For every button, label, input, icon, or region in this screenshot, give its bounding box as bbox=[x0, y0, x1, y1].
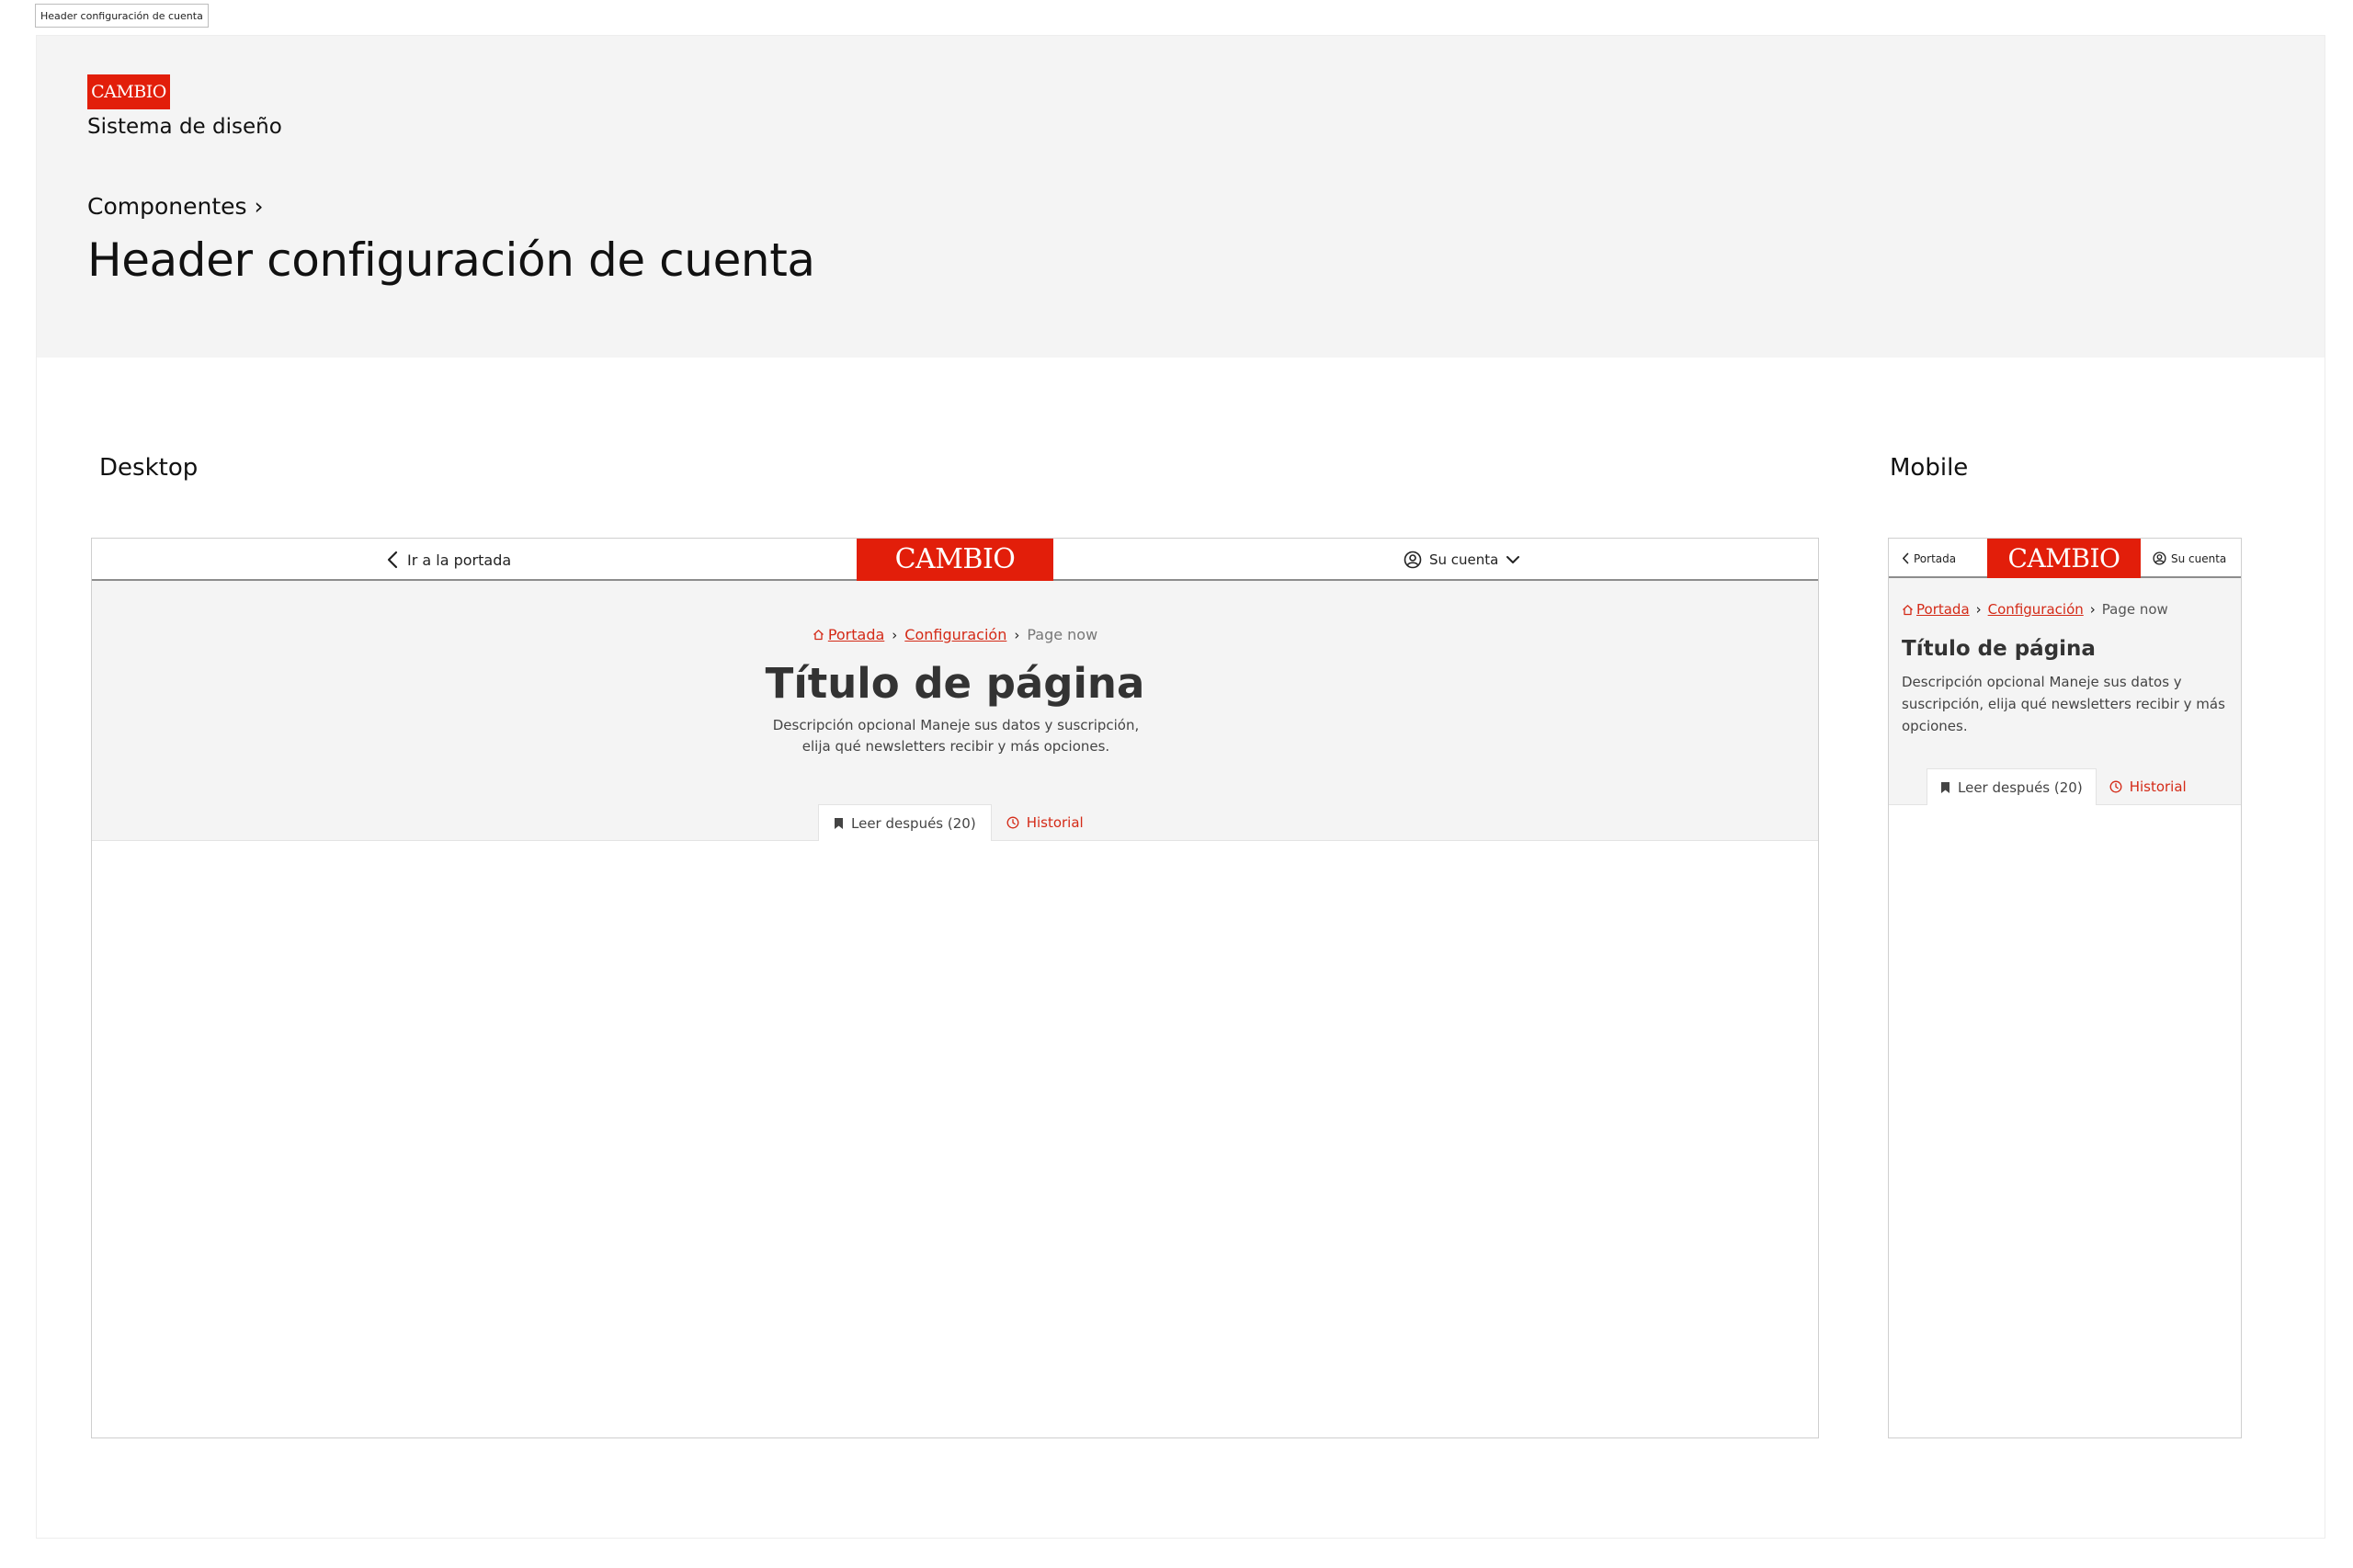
breadcrumb-home-link[interactable]: Portada bbox=[1902, 601, 1970, 618]
breadcrumb-home-link[interactable]: Portada bbox=[813, 626, 884, 643]
header-description: Descripción opcional Maneje sus datos y … bbox=[772, 717, 1140, 755]
tab-leer-despues[interactable]: Leer después (20) bbox=[1927, 768, 2097, 805]
breadcrumb-separator: › bbox=[1975, 601, 1982, 618]
bookmark-icon bbox=[1940, 781, 1950, 794]
back-to-home-link[interactable]: Ir a la portada bbox=[387, 539, 511, 581]
breadcrumb-separator: › bbox=[1014, 626, 1020, 643]
chevron-down-icon bbox=[1506, 555, 1520, 564]
account-label: Su cuenta bbox=[1429, 551, 1499, 568]
bookmark-icon bbox=[834, 817, 844, 830]
account-header: Portada › Configuración › Page now Títul… bbox=[92, 581, 1818, 841]
design-canvas: CAMBIO Sistema de diseño Componentes › H… bbox=[36, 35, 2325, 1539]
header-description: Descripción opcional Maneje sus datos y … bbox=[1902, 674, 2225, 734]
breadcrumb: Portada › Configuración › Page now bbox=[92, 626, 1818, 643]
back-to-home-link[interactable]: Portada bbox=[1902, 539, 1956, 578]
tab-label: Historial bbox=[1026, 814, 1084, 831]
brand-logo[interactable]: CAMBIO bbox=[857, 539, 1053, 581]
account-header: Portada › Configuración › Page now Títul… bbox=[1889, 578, 2241, 805]
back-label: Portada bbox=[1914, 551, 1957, 565]
clock-icon bbox=[2109, 780, 2122, 793]
brand-logo[interactable]: CAMBIO bbox=[1987, 539, 2141, 578]
frame-label: Header configuración de cuenta bbox=[35, 4, 209, 28]
user-circle-icon bbox=[2153, 551, 2166, 565]
breadcrumb: Portada › Configuración › Page now bbox=[1902, 601, 2168, 618]
desktop-preview: Ir a la portada CAMBIO Su cuenta Portada… bbox=[91, 538, 1819, 1438]
breadcrumb-separator: › bbox=[2089, 601, 2096, 618]
account-menu-button[interactable]: Su cuenta bbox=[2153, 539, 2226, 578]
clock-icon bbox=[1006, 816, 1019, 829]
chevron-left-icon bbox=[1902, 552, 1909, 564]
back-label: Ir a la portada bbox=[407, 551, 512, 569]
header-title: Título de página bbox=[1902, 637, 2096, 661]
breadcrumb-current: Page now bbox=[1027, 626, 1098, 643]
account-menu-button[interactable]: Su cuenta bbox=[1404, 539, 1520, 581]
user-circle-icon bbox=[1404, 551, 1422, 569]
breadcrumb-config-link[interactable]: Configuración bbox=[904, 626, 1006, 643]
tab-label: Historial bbox=[2129, 778, 2187, 795]
account-label: Su cuenta bbox=[2171, 551, 2227, 565]
documentation-header: CAMBIO Sistema de diseño Componentes › H… bbox=[37, 36, 2325, 358]
brand-logo: CAMBIO bbox=[87, 74, 170, 109]
home-icon bbox=[813, 629, 824, 641]
breadcrumb-current: Page now bbox=[2101, 601, 2168, 618]
page-title: Header configuración de cuenta bbox=[87, 233, 815, 287]
account-tabs: Leer después (20) Historial bbox=[818, 804, 1098, 841]
home-icon bbox=[1902, 604, 1914, 616]
breadcrumb-home-label: Portada bbox=[827, 626, 885, 643]
tab-historial[interactable]: Historial bbox=[992, 804, 1098, 841]
system-subtitle: Sistema de diseño bbox=[87, 115, 282, 139]
chevron-left-icon bbox=[387, 551, 398, 569]
tab-label: Leer después (20) bbox=[851, 814, 976, 832]
mobile-top-bar: Portada CAMBIO Su cuenta bbox=[1889, 539, 2241, 578]
breadcrumb-home-label: Portada bbox=[1916, 601, 1970, 618]
desktop-top-bar: Ir a la portada CAMBIO Su cuenta bbox=[92, 539, 1818, 581]
mobile-section-label: Mobile bbox=[1890, 454, 1969, 482]
mobile-preview: Portada CAMBIO Su cuenta Portada › Confi… bbox=[1888, 538, 2242, 1438]
desktop-section-label: Desktop bbox=[99, 454, 199, 482]
tab-label: Leer después (20) bbox=[1958, 778, 2083, 796]
breadcrumb-config-link[interactable]: Configuración bbox=[1988, 601, 2084, 618]
breadcrumb-separator: › bbox=[892, 626, 898, 643]
header-title: Título de página bbox=[765, 659, 1145, 708]
components-breadcrumb[interactable]: Componentes › bbox=[87, 193, 264, 220]
tab-historial[interactable]: Historial bbox=[2097, 768, 2200, 805]
account-tabs: Leer después (20) Historial bbox=[1927, 768, 2200, 805]
tab-leer-despues[interactable]: Leer después (20) bbox=[818, 804, 992, 841]
